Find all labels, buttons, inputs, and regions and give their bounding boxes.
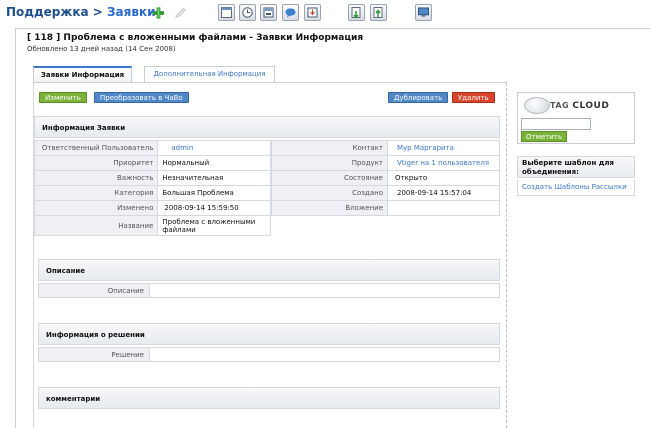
chat-icon [285,7,296,18]
edit-ticket-button[interactable]: Изменить [39,92,87,103]
field-label: Приоритет [33,155,159,171]
solution-row: Решение [38,347,500,362]
comments-heading: комментарии [38,387,500,409]
description-section: Описание Описание [38,259,500,301]
description-value [150,283,500,298]
field-label: Категория [33,185,159,201]
table-row: Вложение [271,200,500,216]
tab-additional-info[interactable]: Дополнительная Информация [144,66,275,82]
info-section: Информация Заявки Ответственный Пользова… [33,116,500,242]
table-row: Категория Большая Проблема [33,185,271,201]
status-value: Открыто [387,170,500,186]
delete-button[interactable]: Удалить [452,92,495,103]
field-label: Важность [33,170,159,186]
product-link[interactable]: Vtiger на 1 пользователя [387,155,500,171]
create-template-link[interactable]: Создать Шаблоны Рассылки [517,180,635,196]
duplicate-button[interactable]: Дублировать [388,92,449,103]
export-button[interactable] [370,4,387,21]
ticket-title: [ 118 ] Проблема с вложенными файлами - … [27,33,364,43]
info-section-heading: Информация Заявки [34,116,500,138]
edit-icon [174,6,187,19]
field-label: Название [33,215,159,236]
field-label: Ответственный Пользователь [33,140,159,156]
solution-section: Информация о решении Решение [38,323,500,365]
breadcrumb-parent[interactable]: Поддержка [6,5,89,19]
field-label: Контакт [271,140,388,156]
tag-cloud-title-big: CLOUD [572,101,610,111]
edit-button[interactable] [172,4,189,21]
export-icon [373,6,384,18]
field-label: Изменено [33,200,159,216]
window-icon [221,7,232,18]
contact-link[interactable]: Мур Маргарита [387,140,500,156]
field-label: Продукт [271,155,388,171]
top-bar: Поддержка > Заявки [0,0,650,26]
add-icon [152,6,165,19]
download-icon [307,7,318,18]
clock-icon [242,7,253,18]
table-row: Продукт Vtiger на 1 пользователя [271,155,500,171]
tag-cloud-panel: TAG CLOUD Отметить [517,92,635,144]
download-button[interactable] [304,4,321,21]
table-row: Контакт Мур Маргарита [271,140,500,156]
field-label: Вложение [271,200,388,216]
field-label: Состояние [271,170,388,186]
solution-value [150,347,500,362]
tag-cloud-title-small: TAG [550,101,570,110]
table-row: Создано 2008-09-14 15:57:04 [271,185,500,201]
ticket-updated: Обновлено 13 дней назад (14 Сен 2008) [27,45,176,53]
calendar-icon [263,7,274,18]
tab-ticket-info[interactable]: Заявки Информация [33,66,132,82]
name-value: Проблема с вложенными файлами [157,215,271,236]
window-button[interactable] [218,4,235,21]
description-label: Описание [38,283,150,298]
clock-button[interactable] [239,4,256,21]
monitor-button[interactable] [415,4,432,21]
import-button[interactable] [348,4,365,21]
category-value: Большая Проблема [157,185,271,201]
cloud-icon [524,97,550,114]
solution-label: Решение [38,347,150,362]
priority-value: Нормальный [157,155,271,171]
import-icon [351,6,362,19]
tag-input[interactable] [521,118,591,130]
attachment-value [387,200,500,216]
breadcrumb-separator: > [92,5,103,19]
field-label: Создано [271,185,388,201]
assigned-user-link[interactable]: admin [157,140,271,156]
comments-section: комментарии [38,387,500,428]
table-row: Название Проблема с вложенными файлами [33,215,271,236]
table-row: Важность Незначительная [33,170,271,186]
severity-value: Незначительная [157,170,271,186]
table-row: Изменено 2008-09-14 15:59:50 [33,200,271,216]
breadcrumb: Поддержка > Заявки [6,5,156,19]
created-value: 2008-09-14 15:57:04 [387,185,500,201]
chat-button[interactable] [282,4,299,21]
description-heading: Описание [38,259,500,281]
calendar-button[interactable] [260,4,277,21]
modified-value: 2008-09-14 15:59:50 [157,200,271,216]
tag-cloud-title: TAG CLOUD [522,96,630,116]
main-panel: Изменить Преобразовать в ЧаВо Дублироват… [33,83,507,428]
add-button[interactable] [150,4,167,21]
breadcrumb-current[interactable]: Заявки [107,5,155,19]
info-left-table: Ответственный Пользователь admin Приорите… [33,140,271,236]
template-select-heading: Выберите шаблон для объединения: [517,156,635,178]
monitor-icon [418,7,429,18]
convert-faq-button[interactable]: Преобразовать в ЧаВо [94,92,189,103]
table-row: Ответственный Пользователь admin [33,140,271,156]
table-row: Приоритет Нормальный [33,155,271,171]
description-row: Описание [38,283,500,298]
table-row: Состояние Открыто [271,170,500,186]
solution-heading: Информация о решении [38,323,500,345]
tag-submit-button[interactable]: Отметить [521,131,568,142]
info-right-table: Контакт Мур Маргарита Продукт Vtiger на 1 … [271,140,500,216]
